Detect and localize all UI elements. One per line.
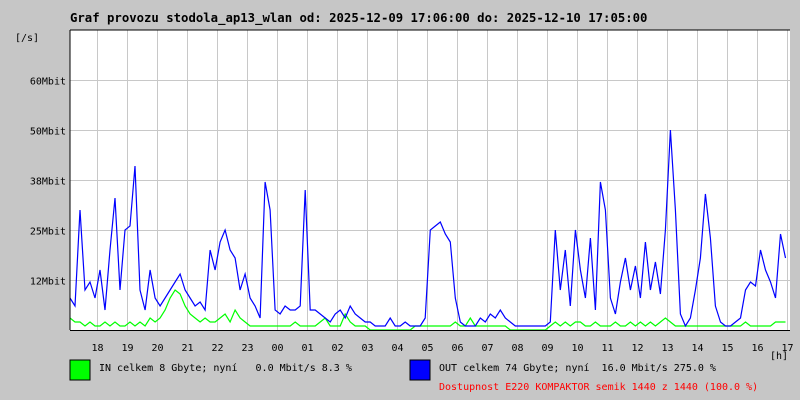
availability-text: Dostupnost E220 KOMPAKTOR semik 1440 z 1… — [439, 382, 758, 393]
traffic-chart: Graf provozu stodola_ap13_wlan od: 2025-… — [0, 0, 800, 400]
x-tick-label: 11 — [601, 343, 613, 354]
x-tick-label: 01 — [301, 343, 313, 354]
y-tick-label: 25Mbit — [30, 227, 66, 238]
legend-out-text: OUT celkem 74 Gbyte; nyní 16.0 Mbit/s 27… — [439, 362, 716, 374]
x-tick-label: 09 — [541, 343, 553, 354]
x-tick-label: 18 — [91, 343, 103, 354]
y-axis-unit: [/s] — [15, 33, 39, 44]
x-tick-label: 19 — [121, 343, 133, 354]
y-tick-label: 12Mbit — [30, 277, 66, 288]
x-tick-label: 05 — [421, 343, 433, 354]
x-tick-label: 10 — [571, 343, 583, 354]
x-tick-label: 12 — [631, 343, 643, 354]
x-tick-label: 22 — [211, 343, 223, 354]
y-tick-label: 60Mbit — [30, 77, 66, 88]
x-tick-label: 20 — [151, 343, 163, 354]
x-tick-label: 08 — [511, 343, 523, 354]
x-tick-label: 13 — [661, 343, 673, 354]
x-tick-label: 04 — [391, 343, 403, 354]
x-tick-label: 02 — [331, 343, 343, 354]
x-tick-label: 03 — [361, 343, 373, 354]
x-tick-label: 06 — [451, 343, 463, 354]
x-tick-label: 21 — [181, 343, 193, 354]
legend-out-swatch — [409, 359, 431, 381]
legend-in-swatch — [69, 359, 91, 381]
x-tick-label: 15 — [721, 343, 733, 354]
x-tick-label: 23 — [241, 343, 253, 354]
x-tick-label: 00 — [271, 343, 283, 354]
chart-title: Graf provozu stodola_ap13_wlan od: 2025-… — [70, 11, 647, 26]
x-tick-label: 16 — [751, 343, 763, 354]
y-tick-label: 50Mbit — [30, 127, 66, 138]
x-tick-label: 07 — [481, 343, 493, 354]
y-tick-label: 38Mbit — [30, 177, 66, 188]
legend-in-text: IN celkem 8 Gbyte; nyní 0.0 Mbit/s 8.3 % — [99, 362, 352, 374]
x-tick-label: 17 — [781, 343, 793, 354]
x-tick-label: 14 — [691, 343, 703, 354]
